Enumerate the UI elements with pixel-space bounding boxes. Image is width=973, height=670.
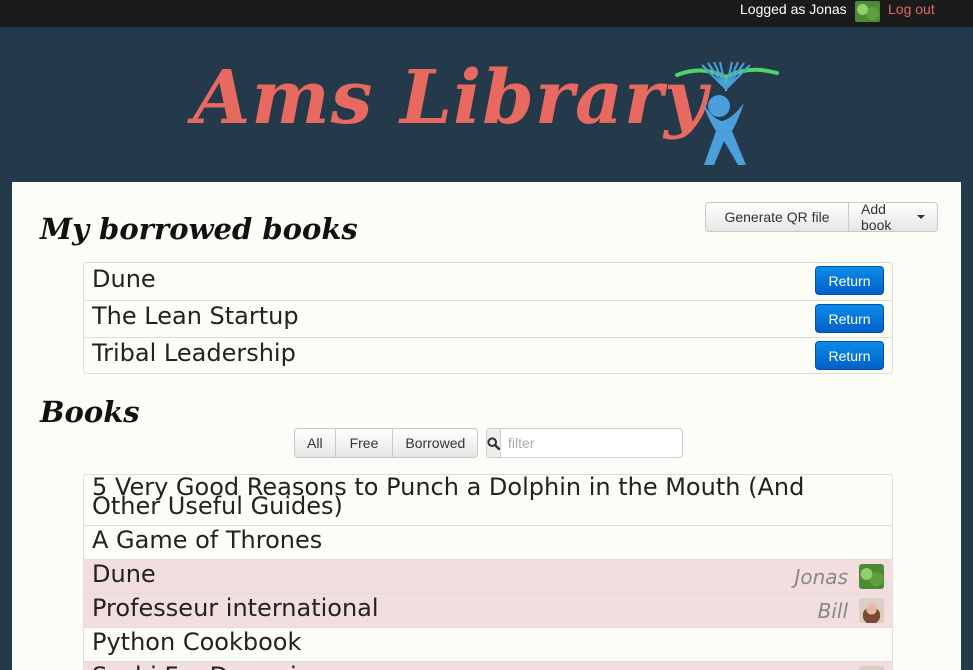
- list-item: A Game of Thrones: [84, 525, 892, 559]
- toolbar: Generate QR file Add book: [705, 201, 938, 233]
- generate-qr-button[interactable]: Generate QR file: [705, 202, 849, 232]
- book-title[interactable]: Tribal Leadership: [92, 339, 296, 367]
- borrower-avatar: [859, 666, 884, 670]
- filter-all-button[interactable]: All: [294, 428, 336, 458]
- list-item: 5 Very Good Reasons to Punch a Dolphin i…: [84, 475, 892, 525]
- list-item: Python Cookbook: [84, 627, 892, 661]
- book-title[interactable]: 5 Very Good Reasons to Punch a Dolphin i…: [92, 475, 804, 518]
- borrower-avatar: [859, 564, 884, 589]
- reader-book-icon: [675, 61, 779, 165]
- logo-text[interactable]: Ams Library: [193, 55, 708, 141]
- filter-box: [486, 428, 689, 458]
- list-item-borrowed: Professeur international Bill: [84, 593, 892, 627]
- borrower-name: Bill: [817, 599, 848, 623]
- return-button[interactable]: Return: [815, 266, 884, 295]
- book-title[interactable]: Dune: [92, 560, 156, 588]
- book-title[interactable]: Python Cookbook: [92, 628, 301, 656]
- return-button[interactable]: Return: [815, 341, 884, 370]
- borrowed-section-title: My borrowed books: [40, 212, 358, 246]
- header: Ams Library: [0, 27, 973, 182]
- book-title[interactable]: The Lean Startup: [92, 302, 299, 330]
- user-avatar[interactable]: [855, 1, 880, 22]
- borrower-avatar: [859, 598, 884, 623]
- filter-free-button[interactable]: Free: [334, 428, 394, 458]
- list-item: The Lean Startup Return: [84, 300, 892, 337]
- list-item: Tribal Leadership Return: [84, 337, 892, 373]
- list-item: Dune Return: [84, 263, 892, 300]
- top-bar: Logged as Jonas Log out: [0, 0, 973, 27]
- book-title[interactable]: A Game of Thrones: [92, 526, 322, 554]
- borrower-name: Jonas: [794, 565, 849, 589]
- logged-user-text: Logged as Jonas: [740, 1, 847, 17]
- book-title[interactable]: Dune: [92, 265, 156, 293]
- book-title[interactable]: Sushi For Dummies: [92, 662, 324, 670]
- generate-qr-label: Generate QR file: [724, 209, 830, 225]
- books-list: 5 Very Good Reasons to Punch a Dolphin i…: [83, 474, 893, 670]
- books-section-title: Books: [40, 395, 140, 429]
- logout-link[interactable]: Log out: [888, 1, 935, 17]
- return-button[interactable]: Return: [815, 304, 884, 333]
- book-title[interactable]: Professeur international: [92, 594, 379, 622]
- borrowed-books-list: Dune Return The Lean Startup Return Trib…: [83, 262, 893, 374]
- availability-filter-group: All Free Borrowed: [294, 428, 479, 458]
- search-icon: [487, 429, 501, 457]
- list-item-borrowed: Sushi For Dummies: [84, 661, 892, 670]
- add-book-dropdown[interactable]: Add book: [848, 201, 938, 233]
- list-item-borrowed: Dune Jonas: [84, 559, 892, 593]
- filter-input[interactable]: [501, 429, 689, 457]
- filter-borrowed-button[interactable]: Borrowed: [392, 428, 479, 458]
- add-book-label: Add book: [861, 201, 892, 233]
- chevron-down-icon: [917, 215, 925, 219]
